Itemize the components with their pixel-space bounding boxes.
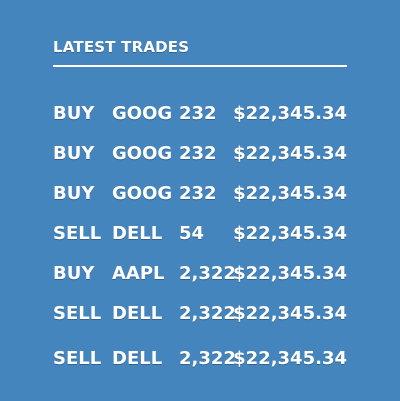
trade-row: BUY AAPL 2,322 $22,345.34 xyxy=(53,262,347,286)
trade-quantity: 2,322 xyxy=(179,303,236,324)
trade-quantity: 232 xyxy=(179,183,217,204)
trade-quantity: 54 xyxy=(179,223,205,244)
trade-amount: $22,345.34 xyxy=(233,223,347,244)
trade-row: BUY GOOG 232 $22,345.34 xyxy=(53,142,347,166)
trade-amount: $22,345.34 xyxy=(233,143,347,164)
trade-symbol: DELL xyxy=(112,223,163,244)
trade-side: SELL xyxy=(53,223,102,244)
trade-side: SELL xyxy=(53,303,102,324)
trade-amount: $22,345.34 xyxy=(233,103,347,124)
trade-symbol: GOOG xyxy=(112,143,173,164)
trade-row: SELL DELL 2,322 $22,345.34 xyxy=(53,302,347,326)
trade-symbol: DELL xyxy=(112,303,163,324)
trade-row: BUY GOOG 232 $22,345.34 xyxy=(53,182,347,206)
trade-quantity: 2,322 xyxy=(179,263,236,284)
trade-quantity: 2,322 xyxy=(179,348,236,369)
trade-quantity: 232 xyxy=(179,143,217,164)
trade-amount: $22,345.34 xyxy=(233,303,347,324)
panel-title: LATEST TRADES xyxy=(53,38,190,56)
title-divider xyxy=(53,65,347,67)
trade-side: BUY xyxy=(53,183,95,204)
trade-side: BUY xyxy=(53,143,95,164)
trade-amount: $22,345.34 xyxy=(233,263,347,284)
trade-symbol: GOOG xyxy=(112,103,173,124)
trade-amount: $22,345.34 xyxy=(233,348,347,369)
trade-side: BUY xyxy=(53,263,95,284)
trade-quantity: 232 xyxy=(179,103,217,124)
trade-amount: $22,345.34 xyxy=(233,183,347,204)
trade-symbol: GOOG xyxy=(112,183,173,204)
trade-side: SELL xyxy=(53,348,102,369)
latest-trades-panel: LATEST TRADES BUY GOOG 232 $22,345.34 BU… xyxy=(53,38,347,369)
trade-side: BUY xyxy=(53,103,95,124)
trade-row: SELL DELL 2,322 $22,345.34 xyxy=(53,347,347,371)
trade-row: BUY GOOG 232 $22,345.34 xyxy=(53,102,347,126)
trade-row: SELL DELL 54 $22,345.34 xyxy=(53,222,347,246)
trade-symbol: DELL xyxy=(112,348,163,369)
trade-symbol: AAPL xyxy=(112,263,165,284)
